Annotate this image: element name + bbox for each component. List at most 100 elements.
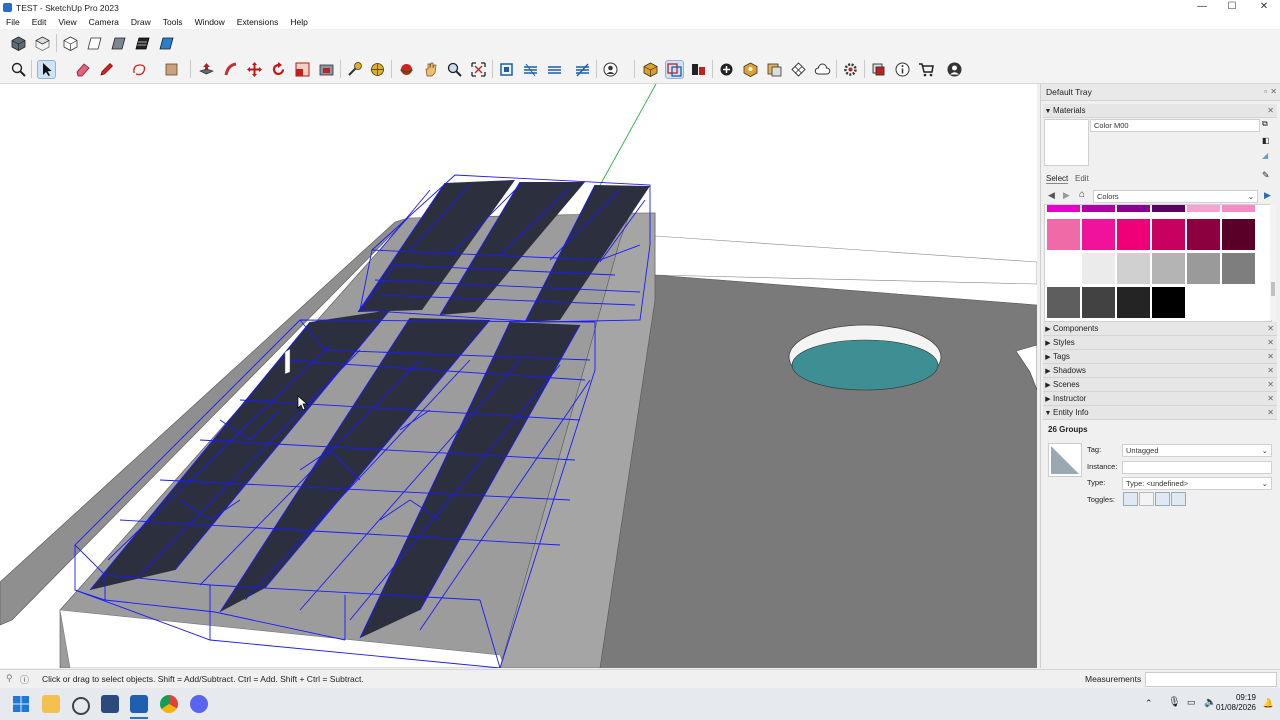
library-select[interactable]: Colors ⌄: [1093, 190, 1258, 203]
menu-help[interactable]: Help: [284, 17, 313, 27]
material-swatch[interactable]: [1117, 253, 1150, 284]
top-view-icon[interactable]: [34, 35, 51, 52]
tray-close-icon[interactable]: ✕: [1270, 84, 1277, 100]
menu-view[interactable]: View: [52, 17, 82, 27]
add-location-icon[interactable]: [718, 61, 735, 78]
materials-panel-header[interactable]: ▼ Materials ✕: [1043, 104, 1277, 118]
bottom-view-icon[interactable]: [158, 35, 175, 52]
panel-close-icon[interactable]: ✕: [1267, 378, 1274, 391]
visibility-toggle-icon[interactable]: [1123, 492, 1138, 506]
speaker-icon[interactable]: 🔈: [1204, 697, 1216, 708]
settings-icon[interactable]: [842, 61, 859, 78]
app-icon[interactable]: [101, 695, 119, 713]
sketchup-taskbar-icon[interactable]: [130, 695, 148, 713]
receive-shadows-toggle-icon[interactable]: [1155, 492, 1170, 506]
layout-icon[interactable]: [690, 61, 707, 78]
entity-info-panel-header[interactable]: ▼ Entity Info ✕: [1043, 406, 1277, 420]
panel-close-icon[interactable]: ✕: [1267, 336, 1274, 349]
github-icon[interactable]: [72, 697, 90, 715]
tab-select[interactable]: Select: [1046, 174, 1069, 184]
type-select[interactable]: Type: <undefined> ⌄: [1122, 477, 1272, 490]
cloud-icon[interactable]: [814, 61, 831, 78]
offset-icon[interactable]: [318, 61, 335, 78]
tape-measure-icon[interactable]: [346, 61, 363, 78]
create-material-icon[interactable]: ⧉: [1262, 119, 1272, 129]
follow-me-icon[interactable]: [222, 61, 239, 78]
extension-warehouse-icon[interactable]: [665, 60, 684, 79]
right-view-icon[interactable]: [86, 35, 103, 52]
panel-close-icon[interactable]: ✕: [1267, 350, 1274, 363]
material-swatch[interactable]: [1222, 205, 1255, 212]
tray-pin-icon[interactable]: ▫: [1264, 84, 1267, 100]
material-swatch[interactable]: [1082, 253, 1115, 284]
freehand-shape-icon[interactable]: [131, 61, 148, 78]
details-arrow-icon[interactable]: ▶: [1264, 190, 1271, 201]
swatch-scrollbar[interactable]: [1270, 204, 1276, 320]
pan-icon[interactable]: [422, 61, 439, 78]
material-swatch[interactable]: [1152, 205, 1185, 212]
instructor-panel-header[interactable]: ▶ Instructor ✕: [1043, 392, 1277, 406]
material-swatch[interactable]: [1082, 219, 1115, 250]
material-swatch[interactable]: [1222, 219, 1255, 250]
notification-icon[interactable]: 🔔: [1263, 698, 1274, 709]
sandbox-icon[interactable]: [790, 61, 807, 78]
back-view-icon[interactable]: [110, 35, 127, 52]
geo-location-icon[interactable]: [742, 61, 759, 78]
home-icon[interactable]: ⌂: [1079, 189, 1085, 200]
panel-close-icon[interactable]: ✕: [1267, 392, 1274, 405]
menu-draw[interactable]: Draw: [125, 17, 157, 27]
model-viewport[interactable]: [0, 84, 1037, 668]
geo-location-status-icon[interactable]: ⚲: [6, 673, 13, 684]
material-swatch[interactable]: [1222, 253, 1255, 284]
eraser-icon[interactable]: [74, 61, 91, 78]
material-swatch[interactable]: [1187, 219, 1220, 250]
section-cut-icon[interactable]: [522, 61, 539, 78]
material-swatch[interactable]: [1117, 205, 1150, 212]
pencil-line-icon[interactable]: [98, 61, 115, 78]
panel-close-icon[interactable]: ✕: [1267, 364, 1274, 377]
styles-panel-header[interactable]: ▶ Styles ✕: [1043, 336, 1277, 350]
start-button-icon[interactable]: [12, 695, 30, 713]
scenes-panel-header[interactable]: ▶ Scenes ✕: [1043, 378, 1277, 392]
panel-close-icon[interactable]: ✕: [1267, 406, 1274, 419]
menu-tools[interactable]: Tools: [157, 17, 189, 27]
rotate-icon[interactable]: [270, 61, 287, 78]
tab-edit[interactable]: Edit: [1075, 174, 1089, 183]
protractor-icon[interactable]: [369, 61, 386, 78]
menu-window[interactable]: Window: [189, 17, 231, 27]
section-fill-icon[interactable]: [546, 61, 563, 78]
measurements-input[interactable]: [1145, 672, 1277, 687]
material-swatch[interactable]: [1047, 253, 1080, 284]
discord-icon[interactable]: [190, 695, 208, 713]
select-icon[interactable]: [37, 60, 56, 79]
system-clock[interactable]: 09:19 01/08/2026: [1216, 693, 1256, 713]
minimize-button[interactable]: —: [1186, 0, 1218, 15]
material-swatch[interactable]: [1187, 253, 1220, 284]
material-swatch[interactable]: [1082, 205, 1115, 212]
display-secondary-icon[interactable]: ◧: [1262, 136, 1272, 146]
front-view-icon[interactable]: [62, 35, 79, 52]
menu-file[interactable]: File: [0, 17, 26, 27]
material-swatch[interactable]: [1047, 287, 1080, 318]
forward-arrow-icon[interactable]: ▶: [1063, 190, 1070, 201]
3d-warehouse-icon[interactable]: [642, 61, 659, 78]
material-swatch[interactable]: [1047, 205, 1080, 212]
display-icon[interactable]: ▭: [1187, 697, 1196, 708]
tags-panel-header[interactable]: ▶ Tags ✕: [1043, 350, 1277, 364]
menu-edit[interactable]: Edit: [26, 17, 53, 27]
back-arrow-icon[interactable]: ◀: [1048, 190, 1055, 201]
photo-texture-icon[interactable]: [766, 61, 783, 78]
eyedropper-icon[interactable]: ✎: [1262, 170, 1270, 181]
section-display-icon[interactable]: [574, 61, 591, 78]
paint-bucket-icon[interactable]: [163, 61, 180, 78]
material-swatch[interactable]: [1047, 219, 1080, 250]
material-name-field[interactable]: Color M00: [1090, 119, 1260, 132]
scale-icon[interactable]: [294, 61, 311, 78]
zoom-icon[interactable]: [446, 61, 463, 78]
material-swatch[interactable]: [1117, 219, 1150, 250]
material-swatch[interactable]: [1117, 287, 1150, 318]
cast-shadows-toggle-icon[interactable]: [1171, 492, 1186, 506]
instructor-status-icon[interactable]: ⓘ: [20, 673, 29, 686]
menu-camera[interactable]: Camera: [83, 17, 125, 27]
chevron-up-icon[interactable]: ⌃: [1145, 698, 1153, 709]
